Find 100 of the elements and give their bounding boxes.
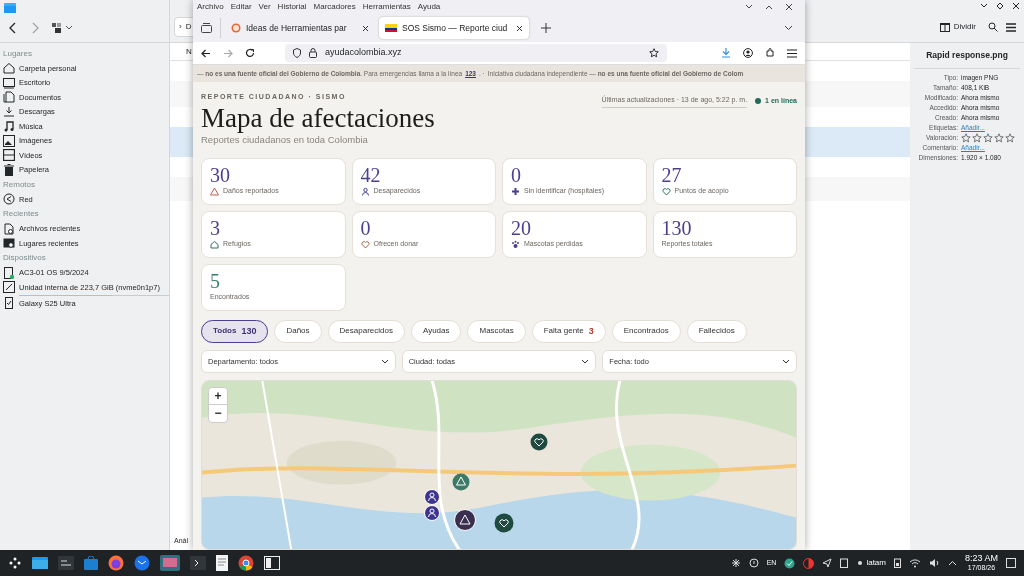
clock-time[interactable]: 8:23 AM — [964, 554, 998, 563]
stat-value: 42 — [360, 163, 382, 186]
close-icon[interactable] — [785, 3, 793, 11]
zoom-out-button[interactable]: − — [209, 404, 227, 422]
music-note-icon — [3, 120, 15, 133]
reload-icon[interactable] — [245, 48, 255, 58]
film-icon — [3, 149, 15, 162]
caret-up-icon[interactable] — [947, 560, 957, 566]
star-icon[interactable] — [961, 132, 971, 143]
account-icon[interactable] — [743, 48, 753, 58]
heart-marker-icon[interactable] — [530, 432, 548, 451]
browser-icon[interactable] — [108, 555, 124, 571]
close-icon[interactable] — [1012, 2, 1020, 10]
menu-item[interactable]: Herramientas — [362, 1, 411, 13]
sync-icon[interactable] — [784, 557, 796, 569]
subtitle-text: Reportes ciudadanos en toda Colombia — [201, 133, 369, 147]
heart-icon — [360, 239, 370, 249]
menu-item[interactable]: Ver — [258, 1, 271, 13]
menu-icon[interactable] — [1006, 22, 1016, 32]
shield-icon[interactable] — [293, 48, 301, 58]
search-icon[interactable] — [988, 22, 998, 32]
bookmark-star-icon[interactable] — [649, 48, 659, 58]
map-panel[interactable]: + − — [201, 379, 797, 550]
warning-icon — [210, 186, 219, 196]
filter-chip[interactable]: Todos 130 — [201, 319, 269, 343]
filter-chip[interactable]: Daños — [274, 319, 322, 343]
breadcrumb-field[interactable]: › D — [174, 17, 194, 37]
back-icon[interactable] — [8, 22, 18, 34]
maximize-icon[interactable] — [996, 2, 1004, 10]
keyboard-layout-indicator[interactable]: latam — [856, 557, 886, 569]
maximize-icon[interactable] — [765, 4, 773, 10]
chrome-browser-icon[interactable] — [238, 555, 254, 571]
view-options-icon[interactable] — [52, 23, 74, 33]
recent-file-icon — [3, 222, 15, 235]
star-icon[interactable] — [994, 132, 1004, 143]
zoom-in-button[interactable]: + — [209, 387, 227, 405]
person-marker-icon[interactable] — [424, 504, 440, 521]
section-heading: Lugares — [3, 47, 33, 60]
menu-item[interactable]: Editar — [230, 1, 252, 13]
filter-chip[interactable]: Ayudas — [410, 319, 462, 343]
filter-chip[interactable]: Desaparecidos — [327, 319, 405, 343]
section-heading: Recientes — [3, 208, 40, 220]
lock-icon — [309, 48, 317, 58]
minimize-icon[interactable] — [745, 4, 753, 10]
shopping-bag-icon[interactable] — [84, 556, 98, 570]
monitor-icon — [3, 76, 15, 89]
volume-icon[interactable] — [928, 558, 940, 568]
column-header[interactable]: N — [186, 45, 192, 58]
back-icon[interactable] — [201, 48, 211, 58]
menu-item[interactable]: Marcadores — [313, 1, 356, 13]
stat-value: 27 — [661, 163, 683, 186]
split-button[interactable]: Dividir — [935, 21, 980, 33]
menu-icon[interactable] — [787, 48, 797, 58]
new-tab-icon[interactable] — [541, 23, 551, 33]
tab-list-icon[interactable] — [784, 25, 793, 31]
menu-item[interactable]: Ayuda — [417, 1, 441, 13]
browser-tab[interactable]: Ideas de Herramientas par — [225, 17, 375, 39]
browser-tab[interactable]: SOS Sismo — Reporte ciud — [379, 17, 529, 39]
close-icon[interactable] — [516, 24, 523, 32]
menu-item[interactable]: Archivo — [197, 1, 224, 13]
star-icon[interactable] — [1005, 132, 1015, 143]
warning-marker-icon[interactable] — [454, 508, 476, 531]
show-desktop-icon[interactable] — [1006, 558, 1016, 568]
stat-value: 130 — [661, 216, 693, 239]
person-marker-icon[interactable] — [424, 488, 440, 505]
clipboard-icon[interactable] — [840, 558, 849, 568]
wifi-icon[interactable] — [908, 558, 921, 568]
window-panel-icon[interactable] — [264, 556, 280, 570]
star-icon[interactable] — [983, 132, 993, 143]
chevron-down-icon — [782, 358, 790, 364]
star-icon[interactable] — [972, 132, 982, 143]
minimize-icon[interactable] — [980, 3, 988, 9]
address-field[interactable]: ayudacolombia.xyz — [285, 44, 667, 62]
menu-item[interactable]: Historial — [277, 1, 307, 13]
filter-chip[interactable]: Mascotas — [467, 319, 526, 343]
app-launcher-icon[interactable] — [8, 556, 22, 570]
stat-value: 0 — [360, 216, 372, 239]
url-text: ayudacolombia.xyz — [325, 46, 403, 60]
download-icon — [3, 105, 15, 118]
send-icon[interactable] — [822, 558, 833, 568]
filter-chip[interactable]: Falta gente 3 — [531, 319, 606, 343]
tab-overview-icon[interactable] — [201, 23, 212, 33]
terminal-icon[interactable] — [190, 556, 206, 570]
flag-favicon-icon — [385, 24, 397, 32]
filter-chip[interactable]: Encontrados — [611, 319, 681, 343]
system-monitor-icon[interactable] — [58, 556, 74, 570]
folder-icon[interactable] — [32, 556, 48, 570]
stat-value: 0 — [511, 163, 522, 186]
person-icon — [360, 186, 370, 196]
heart-marker-icon[interactable] — [494, 512, 514, 533]
count-text: 3 — [588, 324, 594, 338]
filter-chip[interactable]: Fallecidos — [686, 319, 747, 343]
tab-title: SOS Sismo — Reporte ciud — [402, 21, 509, 35]
chevron-down-icon — [380, 358, 389, 364]
close-icon[interactable] — [362, 24, 369, 32]
download-icon[interactable] — [721, 48, 731, 58]
update-icon[interactable] — [748, 558, 759, 568]
tab-title: Ideas de Herramientas par — [246, 21, 348, 35]
warning-marker-icon[interactable] — [452, 472, 470, 491]
battery-icon[interactable] — [893, 558, 901, 568]
